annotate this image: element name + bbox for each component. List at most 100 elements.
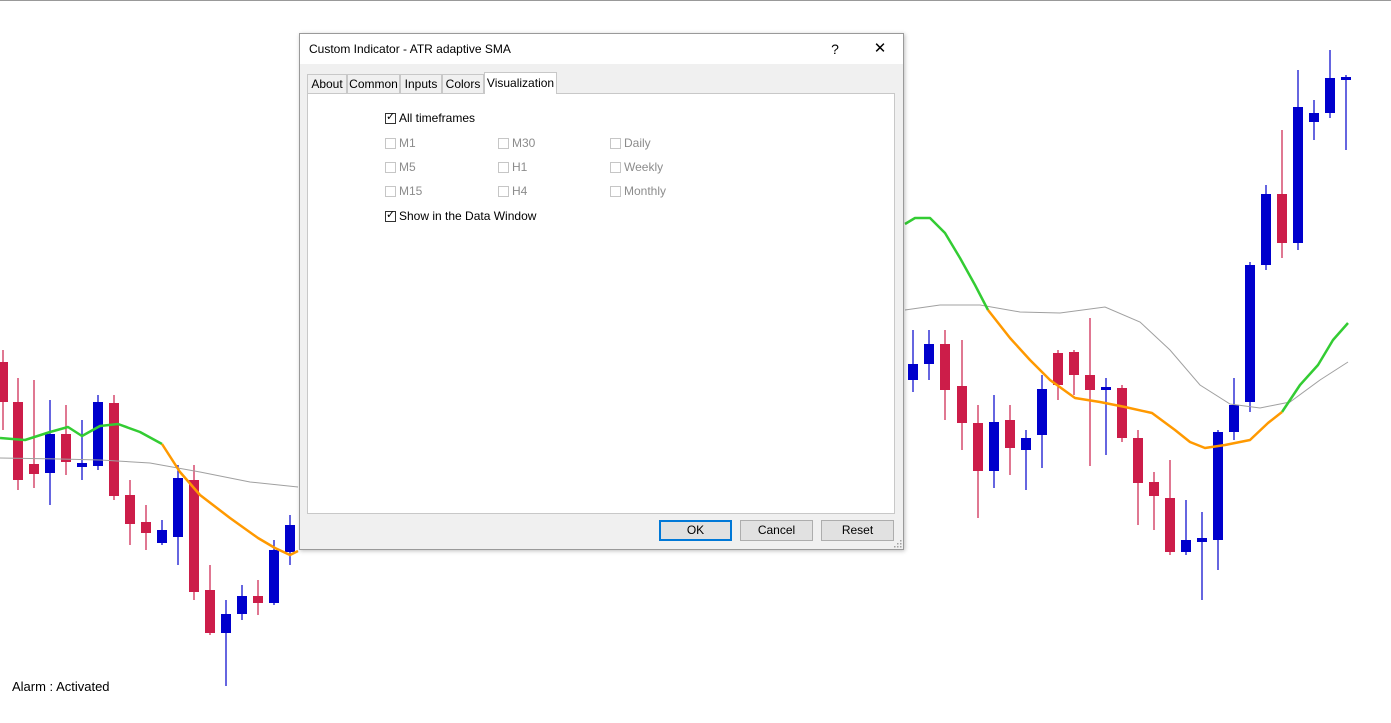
avg-line-left	[0, 457, 299, 488]
candle-body	[1277, 194, 1287, 243]
candle-body	[13, 402, 23, 480]
candle-body	[109, 403, 119, 496]
candle-body	[1213, 432, 1223, 540]
candle-body	[1069, 352, 1079, 375]
sma-line-up-right-1	[904, 216, 990, 311]
candle-body	[1133, 438, 1143, 483]
tab-common[interactable]: Common	[347, 74, 400, 93]
candle-body	[205, 590, 215, 633]
timeframe-m15-checkbox[interactable]: M15	[385, 184, 422, 198]
candle-body	[1085, 375, 1095, 390]
candle-body	[1181, 540, 1191, 552]
candle-body	[1053, 353, 1063, 385]
candle-body	[1261, 194, 1271, 265]
candle-body	[1101, 387, 1111, 390]
resize-grip-icon[interactable]	[893, 539, 902, 548]
candle-body	[1293, 107, 1303, 243]
checkbox-box	[498, 161, 509, 173]
alarm-status-text: Alarm : Activated	[12, 679, 110, 694]
candle-body	[93, 402, 103, 466]
candle-body	[253, 596, 263, 603]
candle-body	[141, 522, 151, 533]
timeframe-m5-checkbox[interactable]: M5	[385, 160, 416, 174]
timeframe-label: M1	[399, 136, 416, 150]
candle-body	[1037, 389, 1047, 435]
ok-button[interactable]: OK	[659, 520, 732, 541]
candle-body	[77, 463, 87, 467]
sma-line-up-right-2	[1280, 322, 1349, 413]
show-data-window-label: Show in the Data Window	[399, 209, 537, 223]
checkbox-box	[610, 185, 621, 197]
cancel-button[interactable]: Cancel	[740, 520, 813, 541]
dialog-titlebar[interactable]: Custom Indicator - ATR adaptive SMA ? ✕	[300, 34, 903, 64]
show-data-window-checkbox[interactable]: ✓ Show in the Data Window	[385, 209, 536, 223]
timeframe-label: M5	[399, 160, 416, 174]
timeframe-daily-checkbox[interactable]: Daily	[610, 136, 651, 150]
checkbox-box	[498, 185, 509, 197]
checkbox-box	[610, 137, 621, 149]
checkbox-box	[385, 161, 396, 173]
checkbox-box	[385, 137, 396, 149]
close-button[interactable]: ✕	[865, 38, 895, 60]
timeframe-label: H1	[512, 160, 528, 174]
custom-indicator-dialog: Custom Indicator - ATR adaptive SMA ? ✕ …	[299, 33, 904, 550]
visualization-panel: ✓ All timeframes M1 M5 M15 M30 H1 H4 Dai…	[307, 93, 895, 514]
candle-body	[1021, 438, 1031, 450]
candle-body	[1341, 77, 1351, 80]
checkbox-box: ✓	[385, 110, 396, 124]
timeframe-monthly-checkbox[interactable]: Monthly	[610, 184, 666, 198]
timeframe-m1-checkbox[interactable]: M1	[385, 136, 416, 150]
timeframe-label: Weekly	[624, 160, 664, 174]
timeframe-label: M30	[512, 136, 536, 150]
candle-body	[973, 423, 983, 471]
candle-body	[45, 434, 55, 473]
candle-body	[0, 362, 8, 402]
candle-body	[1197, 538, 1207, 542]
checkbox-box	[385, 185, 396, 197]
candle-body	[989, 422, 999, 471]
timeframe-weekly-checkbox[interactable]: Weekly	[610, 160, 663, 174]
candle-body	[29, 464, 39, 474]
all-timeframes-checkbox[interactable]: ✓ All timeframes	[385, 111, 475, 125]
candle-body	[221, 614, 231, 633]
tab-about[interactable]: About	[307, 74, 347, 93]
timeframe-label: Monthly	[624, 184, 667, 198]
candle-body	[157, 530, 167, 543]
candle-body	[285, 525, 295, 552]
checkmark-icon: ✓	[386, 208, 396, 221]
timeframe-label: H4	[512, 184, 528, 198]
timeframe-label: M15	[399, 184, 423, 198]
dialog-title: Custom Indicator - ATR adaptive SMA	[309, 42, 511, 56]
tab-visualization[interactable]: Visualization	[484, 72, 557, 94]
checkbox-box: ✓	[385, 208, 396, 222]
checkbox-box	[498, 137, 509, 149]
candle-body	[940, 344, 950, 390]
timeframe-h4-checkbox[interactable]: H4	[498, 184, 527, 198]
reset-button[interactable]: Reset	[821, 520, 894, 541]
tab-inputs[interactable]: Inputs	[400, 74, 442, 93]
candle-body	[1309, 113, 1319, 122]
candle-body	[269, 550, 279, 603]
sma-line-up-left	[0, 422, 163, 446]
candle-body	[1245, 265, 1255, 402]
all-timeframes-label: All timeframes	[399, 111, 476, 125]
candle-body	[1229, 405, 1239, 432]
timeframe-label: Daily	[624, 136, 651, 150]
candle-body	[908, 364, 918, 380]
candle-body	[1165, 498, 1175, 552]
timeframe-h1-checkbox[interactable]: H1	[498, 160, 527, 174]
candle-body	[61, 434, 71, 462]
checkmark-icon: ✓	[386, 110, 396, 123]
candle-body	[173, 478, 183, 537]
candle-body	[924, 344, 934, 364]
timeframe-m30-checkbox[interactable]: M30	[498, 136, 535, 150]
candle-body	[1005, 420, 1015, 448]
tab-colors[interactable]: Colors	[442, 74, 484, 93]
candle-body	[237, 596, 247, 614]
candle-body	[125, 495, 135, 524]
candle-body	[1325, 78, 1335, 113]
candle-body	[1149, 482, 1159, 496]
checkbox-box	[610, 161, 621, 173]
help-button[interactable]: ?	[820, 38, 850, 60]
close-icon: ✕	[873, 40, 887, 57]
